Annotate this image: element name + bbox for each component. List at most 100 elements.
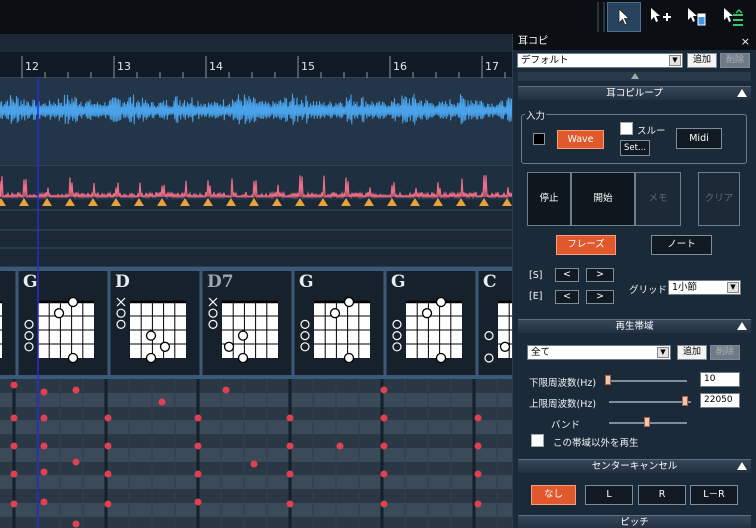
midi-button[interactable]: Midi bbox=[676, 128, 722, 149]
piano-roll-row bbox=[0, 407, 512, 421]
note-dot bbox=[336, 442, 344, 450]
close-icon[interactable]: × bbox=[741, 34, 750, 50]
chord-finger-dot bbox=[343, 296, 355, 308]
center-cancel-title: センターキャンセル bbox=[591, 461, 678, 472]
eraser-icon[interactable] bbox=[680, 2, 714, 32]
chord-finger-dot bbox=[329, 308, 341, 319]
grid-label: グリッド bbox=[629, 285, 668, 296]
outside-band-checkbox[interactable] bbox=[531, 434, 544, 447]
clear-button[interactable]: クリア bbox=[698, 172, 740, 226]
center-r-button[interactable]: R bbox=[638, 485, 686, 505]
outside-band-label: この帯域以外を再生 bbox=[553, 438, 639, 449]
chord-name[interactable]: G bbox=[299, 272, 314, 292]
phrase-button[interactable]: フレーズ bbox=[556, 235, 616, 255]
band-section-header[interactable]: 再生帯域 bbox=[518, 319, 751, 333]
band-knob[interactable] bbox=[644, 417, 650, 427]
end-prev-button[interactable]: < bbox=[555, 290, 579, 304]
set-button[interactable]: Set... bbox=[620, 140, 650, 156]
center-none-button[interactable]: なし bbox=[531, 485, 576, 505]
start-next-button[interactable]: > bbox=[586, 268, 614, 282]
note-button[interactable]: ノート bbox=[651, 235, 712, 255]
note-dot bbox=[10, 442, 18, 450]
note-dot bbox=[10, 500, 18, 508]
note-dot bbox=[474, 470, 482, 478]
note-dot bbox=[380, 442, 388, 450]
chord-finger-dot bbox=[145, 330, 157, 341]
high-freq-input[interactable]: 22050 bbox=[700, 393, 740, 408]
note-dot bbox=[104, 414, 112, 422]
chord-finger-dot bbox=[67, 352, 79, 364]
collapse-triangle-icon bbox=[737, 462, 747, 470]
note-dot bbox=[10, 414, 18, 422]
piano-roll-row bbox=[0, 475, 512, 489]
chord-name[interactable]: D bbox=[115, 272, 130, 292]
panel-title: 耳コピ bbox=[513, 34, 756, 50]
band-delete-button[interactable]: 削除 bbox=[710, 345, 740, 360]
note-dot bbox=[380, 470, 388, 478]
chord-name[interactable]: D7 bbox=[207, 272, 234, 292]
band-label: バンド bbox=[551, 420, 580, 431]
band-preset-select[interactable]: 全て ▼ bbox=[527, 345, 671, 360]
high-freq-label: 上限周波数(Hz) bbox=[529, 399, 597, 410]
note-dot bbox=[104, 470, 112, 478]
band-add-button[interactable]: 追加 bbox=[677, 345, 707, 360]
note-dot bbox=[40, 468, 48, 476]
center-l-button[interactable]: L bbox=[585, 485, 633, 505]
note-dot bbox=[194, 442, 202, 450]
note-dot bbox=[286, 442, 294, 450]
note-dot bbox=[104, 442, 112, 450]
chord-name[interactable]: G bbox=[391, 272, 406, 292]
note-dot bbox=[194, 470, 202, 478]
start-prev-button[interactable]: < bbox=[555, 268, 579, 282]
through-checkbox[interactable] bbox=[620, 122, 633, 135]
low-freq-input[interactable]: 10 bbox=[700, 372, 740, 387]
preset-select[interactable]: デフォルト ▼ bbox=[517, 53, 683, 68]
chord-finger-dot bbox=[421, 308, 433, 319]
chord-finger-dot bbox=[237, 330, 249, 341]
low-freq-knob[interactable] bbox=[605, 375, 611, 385]
select-arrow-icon[interactable] bbox=[607, 2, 641, 32]
high-freq-knob[interactable] bbox=[682, 396, 688, 406]
end-next-button[interactable]: > bbox=[586, 290, 614, 304]
loop-section-header[interactable]: 耳コピループ bbox=[518, 86, 751, 100]
piano-roll-row bbox=[0, 489, 512, 503]
note-dot bbox=[40, 388, 48, 396]
high-freq-slider[interactable] bbox=[609, 401, 691, 403]
note-dot bbox=[286, 414, 294, 422]
grid-select[interactable]: 1小節 ▼ bbox=[668, 280, 741, 295]
start-button[interactable]: 開始 bbox=[571, 172, 635, 226]
track-area[interactable]: 12 13 14 15 16 17 G D D7 G G C bbox=[0, 34, 512, 528]
note-dot bbox=[72, 520, 80, 528]
wave-button[interactable]: Wave bbox=[557, 130, 604, 149]
note-dot bbox=[286, 470, 294, 478]
add-note-icon[interactable] bbox=[643, 2, 677, 32]
pitch-section-header[interactable]: ピッチ bbox=[518, 515, 751, 528]
chord-name[interactable]: G bbox=[23, 272, 38, 292]
memo-button[interactable]: メモ bbox=[635, 172, 681, 226]
pitch-title: ピッチ bbox=[620, 517, 649, 528]
center-cancel-section-header[interactable]: センターキャンセル bbox=[518, 459, 751, 473]
collapse-triangle-icon bbox=[737, 89, 747, 97]
stop-button[interactable]: 停止 bbox=[527, 172, 571, 226]
preset-delete-button[interactable]: 削除 bbox=[720, 53, 750, 68]
piano-roll-row bbox=[0, 393, 512, 407]
bar-number: 14 bbox=[209, 60, 223, 73]
collapse-icon[interactable] bbox=[518, 72, 751, 81]
collapse-triangle-icon bbox=[737, 322, 747, 330]
split-note-icon[interactable] bbox=[716, 2, 750, 32]
loop-section-title: 耳コピループ bbox=[606, 88, 663, 99]
chord-strip-top bbox=[0, 267, 512, 271]
waveform-lane bbox=[0, 78, 512, 166]
piano-roll-row bbox=[0, 420, 512, 434]
note-dot bbox=[222, 386, 230, 394]
low-freq-slider[interactable] bbox=[605, 380, 687, 382]
chord-name[interactable]: C bbox=[483, 272, 497, 292]
chevron-down-icon: ▼ bbox=[727, 282, 739, 293]
bar-number: 15 bbox=[301, 60, 315, 73]
center-lr-button[interactable]: L－R bbox=[690, 485, 738, 505]
piano-roll-row bbox=[0, 503, 512, 517]
note-dot bbox=[10, 470, 18, 478]
note-dot bbox=[194, 498, 202, 506]
preset-add-button[interactable]: 追加 bbox=[687, 53, 717, 68]
through-label: スルー bbox=[637, 126, 666, 137]
